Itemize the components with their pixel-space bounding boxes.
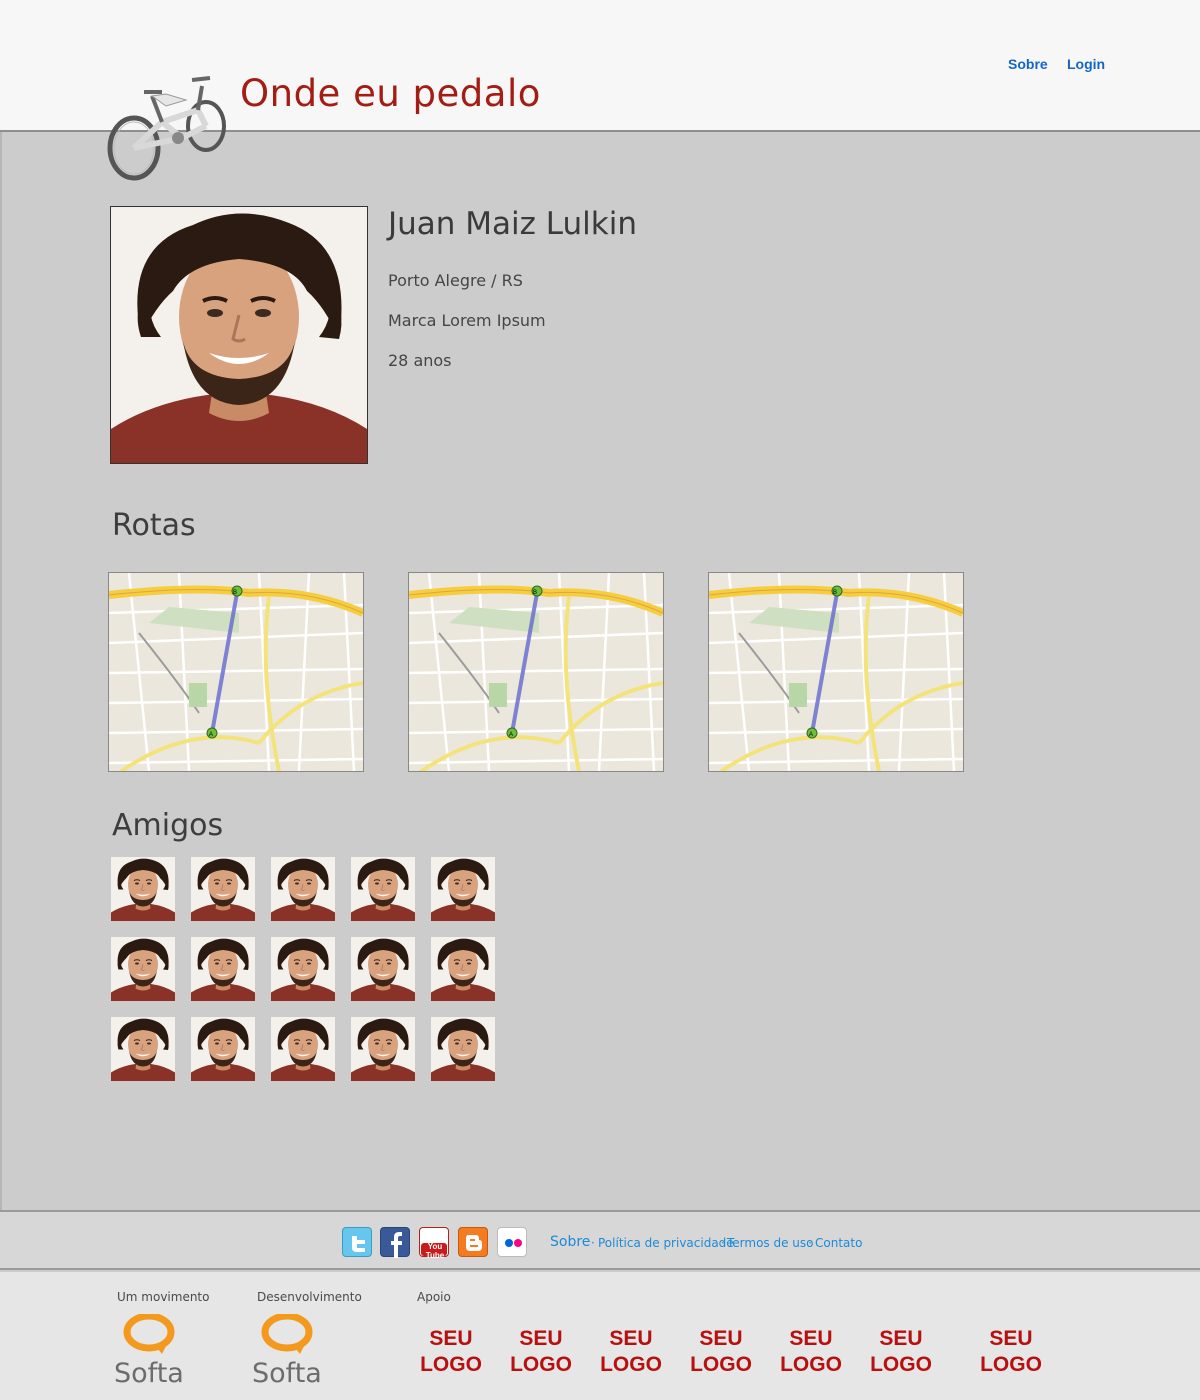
friend-avatar[interactable] [431,937,495,1001]
softa-logo-text: Softa [252,1358,322,1389]
sponsor-line2: LOGO [980,1353,1042,1376]
friend-avatar[interactable] [111,937,175,1001]
profile-age: 28 anos [388,351,452,370]
youtube-label: You Tube [425,1242,445,1260]
footer-link-sobre[interactable]: Sobre [550,1234,590,1250]
routes-heading: Rotas [112,508,196,543]
site-title[interactable]: Onde eu pedalo [240,72,541,115]
twitter-icon[interactable] [342,1227,372,1257]
blogger-icon[interactable] [458,1227,488,1257]
friend-avatar[interactable] [351,857,415,921]
profile-photo [110,206,368,464]
friend-avatar[interactable] [351,1017,415,1081]
footer-link-privacy[interactable]: Política de privacidade [598,1236,734,1250]
sponsor-logo[interactable]: SEU LOGO [778,1326,844,1378]
friend-avatar[interactable] [271,937,335,1001]
sponsor-line1: SEU [789,1327,833,1350]
sponsor-logo[interactable]: SEU LOGO [688,1326,754,1378]
footer-separator: · [591,1236,595,1250]
development-label: Desenvolvimento [257,1290,362,1304]
sponsor-line2: LOGO [420,1353,482,1376]
softa-logo-text: Softa [114,1358,184,1389]
sponsor-line2: LOGO [690,1353,752,1376]
bike-logo-icon[interactable] [106,66,230,188]
sponsor-line2: LOGO [600,1353,662,1376]
footer-separator: · [721,1236,725,1250]
sponsor-line1: SEU [989,1327,1033,1350]
footer-separator: · [808,1236,812,1250]
friend-avatar[interactable] [431,857,495,921]
softa-logo[interactable]: Softa [252,1312,322,1389]
footer-link-terms[interactable]: Termos de uso [727,1236,814,1250]
friend-avatar[interactable] [191,857,255,921]
profile-location: Porto Alegre / RS [388,271,523,290]
sponsor-line1: SEU [609,1327,653,1350]
route-map[interactable] [708,572,964,772]
sponsor-line2: LOGO [780,1353,842,1376]
sponsor-line1: SEU [699,1327,743,1350]
friend-avatar[interactable] [111,857,175,921]
friend-avatar[interactable] [191,937,255,1001]
support-label: Apoio [417,1290,451,1304]
profile-brand: Marca Lorem Ipsum [388,311,546,330]
sponsor-line1: SEU [429,1327,473,1350]
sponsor-logo[interactable]: SEU LOGO [418,1326,484,1378]
route-map[interactable] [108,572,364,772]
sponsor-line2: LOGO [870,1353,932,1376]
sponsor-logo[interactable]: SEU LOGO [598,1326,664,1378]
sponsor-line1: SEU [879,1327,923,1350]
route-map[interactable] [408,572,664,772]
sponsor-line2: LOGO [510,1353,572,1376]
profile-name: Juan Maiz Lulkin [388,206,637,242]
flickr-icon[interactable] [497,1227,527,1257]
facebook-icon[interactable] [380,1227,410,1258]
sponsor-logo[interactable]: SEU LOGO [978,1326,1044,1378]
friend-avatar[interactable] [111,1017,175,1081]
friend-avatar[interactable] [351,937,415,1001]
friend-avatar[interactable] [271,857,335,921]
footer-link-contact[interactable]: Contato [815,1236,862,1250]
friends-heading: Amigos [112,808,224,843]
softa-logo[interactable]: Softa [114,1312,184,1389]
friend-avatar[interactable] [431,1017,495,1081]
nav-sobre-link[interactable]: Sobre [1008,56,1048,72]
sponsor-line1: SEU [519,1327,563,1350]
nav-login-link[interactable]: Login [1067,56,1105,72]
movement-label: Um movimento [117,1290,210,1304]
sponsor-logo[interactable]: SEU LOGO [868,1326,934,1378]
friend-avatar[interactable] [191,1017,255,1081]
sponsor-logo[interactable]: SEU LOGO [508,1326,574,1378]
friend-avatar[interactable] [271,1017,335,1081]
